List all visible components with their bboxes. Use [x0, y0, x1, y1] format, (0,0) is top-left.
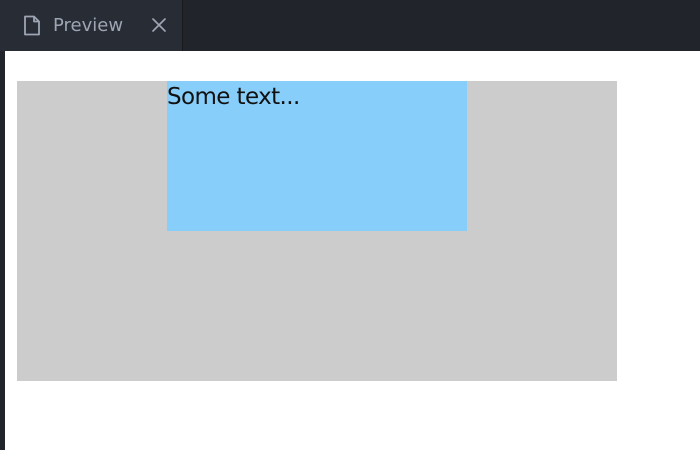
box-text: Some text... — [167, 84, 300, 110]
inner-box: Some text... — [167, 81, 467, 231]
editor-window: Preview Some text... — [0, 0, 700, 450]
close-icon[interactable] — [150, 16, 168, 34]
tab-label: Preview — [53, 15, 124, 36]
tab-strip: Preview — [0, 0, 700, 51]
preview-pane: Some text... — [5, 51, 700, 450]
tab-preview[interactable]: Preview — [0, 0, 183, 51]
file-icon — [23, 15, 41, 36]
outer-box: Some text... — [17, 81, 617, 381]
